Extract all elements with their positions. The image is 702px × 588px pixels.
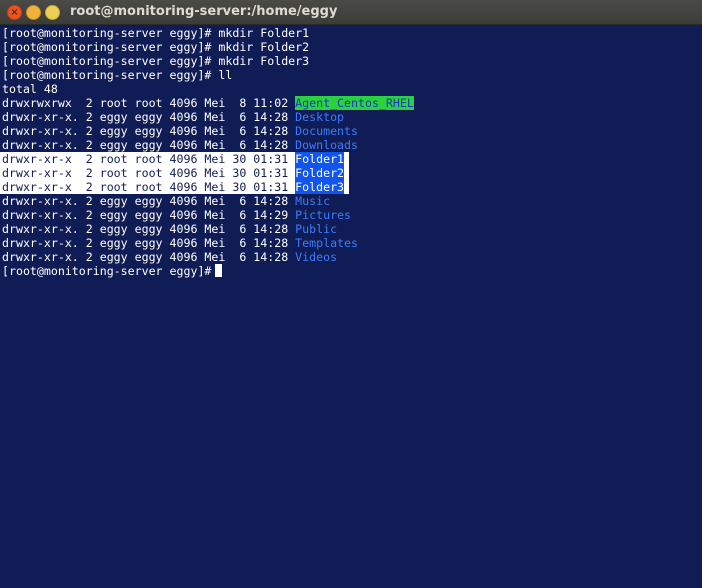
terminal-line: [root@monitoring-server eggy]# mkdir Fol… [2, 54, 310, 68]
window-title: root@monitoring-server:/home/eggy [70, 4, 338, 19]
listing-row: drwxr-xr-x. 2 eggy eggy 4096 Mei 6 14:28… [2, 110, 702, 124]
listing-meta: drwxr-xr-x. 2 eggy eggy 4096 Mei 6 14:29 [2, 208, 296, 222]
terminal-line: total 48 [2, 82, 58, 96]
prompt-line[interactable]: [root@monitoring-server eggy]# [2, 264, 702, 278]
directory-name: Pictures [295, 208, 352, 222]
close-icon: × [10, 7, 19, 18]
listing-meta: drwxr-xr-x. 2 eggy eggy 4096 Mei 6 14:28 [2, 138, 296, 152]
listing-row: drwxrwxrwx 2 root root 4096 Mei 8 11:02 … [2, 96, 702, 110]
listing-meta: drwxr-xr-x. 2 eggy eggy 4096 Mei 6 14:28 [2, 194, 296, 208]
terminal-line: [root@monitoring-server eggy]# ll [2, 68, 233, 82]
terminal-output[interactable]: [root@monitoring-server eggy]# mkdir Fol… [0, 26, 702, 588]
listing-meta: drwxrwxrwx 2 root root 4096 Mei 8 11:02 [2, 96, 296, 110]
directory-name: Downloads [295, 138, 358, 152]
listing-meta: drwxr-xr-x. 2 eggy eggy 4096 Mei 6 14:28 [2, 236, 296, 250]
directory-name: Folder3 [295, 180, 345, 194]
shell-prompt: [root@monitoring-server eggy]# [2, 264, 212, 278]
listing-meta: drwxr-xr-x 2 root root 4096 Mei 30 01:31 [2, 152, 296, 166]
directory-name: Templates [295, 236, 358, 250]
listing-row: drwxr-xr-x. 2 eggy eggy 4096 Mei 6 14:28… [2, 222, 702, 236]
directory-name: Folder1 [295, 152, 345, 166]
directory-name: Public [295, 222, 338, 236]
listing-row: drwxr-xr-x. 2 eggy eggy 4096 Mei 6 14:28… [2, 236, 702, 250]
listing-meta: drwxr-xr-x. 2 eggy eggy 4096 Mei 6 14:28 [2, 110, 296, 124]
listing-meta: drwxr-xr-x 2 root root 4096 Mei 30 01:31 [2, 166, 296, 180]
terminal-line: [root@monitoring-server eggy]# mkdir Fol… [2, 40, 310, 54]
listing-row: drwxr-xr-x. 2 eggy eggy 4096 Mei 6 14:29… [2, 208, 702, 222]
listing-row: drwxr-xr-x. 2 eggy eggy 4096 Mei 6 14:28… [2, 124, 702, 138]
text-cursor [215, 264, 223, 277]
title-bar[interactable]: × root@monitoring-server:/home/eggy [0, 0, 702, 25]
terminal-line: [root@monitoring-server eggy]# mkdir Fol… [2, 26, 310, 40]
maximize-window-button[interactable] [45, 5, 60, 20]
directory-name: Videos [295, 250, 338, 264]
listing-row-selected: drwxr-xr-x 2 root root 4096 Mei 30 01:31… [0, 166, 349, 180]
directory-name: Music [295, 194, 331, 208]
directory-name: Desktop [295, 110, 345, 124]
listing-row-selected: drwxr-xr-x 2 root root 4096 Mei 30 01:31… [0, 180, 349, 194]
directory-name: Documents [295, 124, 358, 138]
terminal-window: × root@monitoring-server:/home/eggy [roo… [0, 0, 702, 588]
minimize-window-button[interactable] [26, 5, 41, 20]
listing-meta: drwxr-xr-x 2 root root 4096 Mei 30 01:31 [2, 180, 296, 194]
directory-name: Folder2 [295, 166, 345, 180]
listing-row: drwxr-xr-x. 2 eggy eggy 4096 Mei 6 14:28… [2, 250, 702, 264]
listing-meta: drwxr-xr-x. 2 eggy eggy 4096 Mei 6 14:28 [2, 250, 296, 264]
listing-row: drwxr-xr-x. 2 eggy eggy 4096 Mei 6 14:28… [2, 138, 702, 152]
listing-row: drwxr-xr-x. 2 eggy eggy 4096 Mei 6 14:28… [2, 194, 702, 208]
close-window-button[interactable]: × [7, 5, 22, 20]
listing-row-selected: drwxr-xr-x 2 root root 4096 Mei 30 01:31… [0, 152, 349, 166]
directory-name: Agent_Centos_RHEL [295, 96, 414, 110]
listing-meta: drwxr-xr-x. 2 eggy eggy 4096 Mei 6 14:28 [2, 222, 296, 236]
listing-meta: drwxr-xr-x. 2 eggy eggy 4096 Mei 6 14:28 [2, 124, 296, 138]
